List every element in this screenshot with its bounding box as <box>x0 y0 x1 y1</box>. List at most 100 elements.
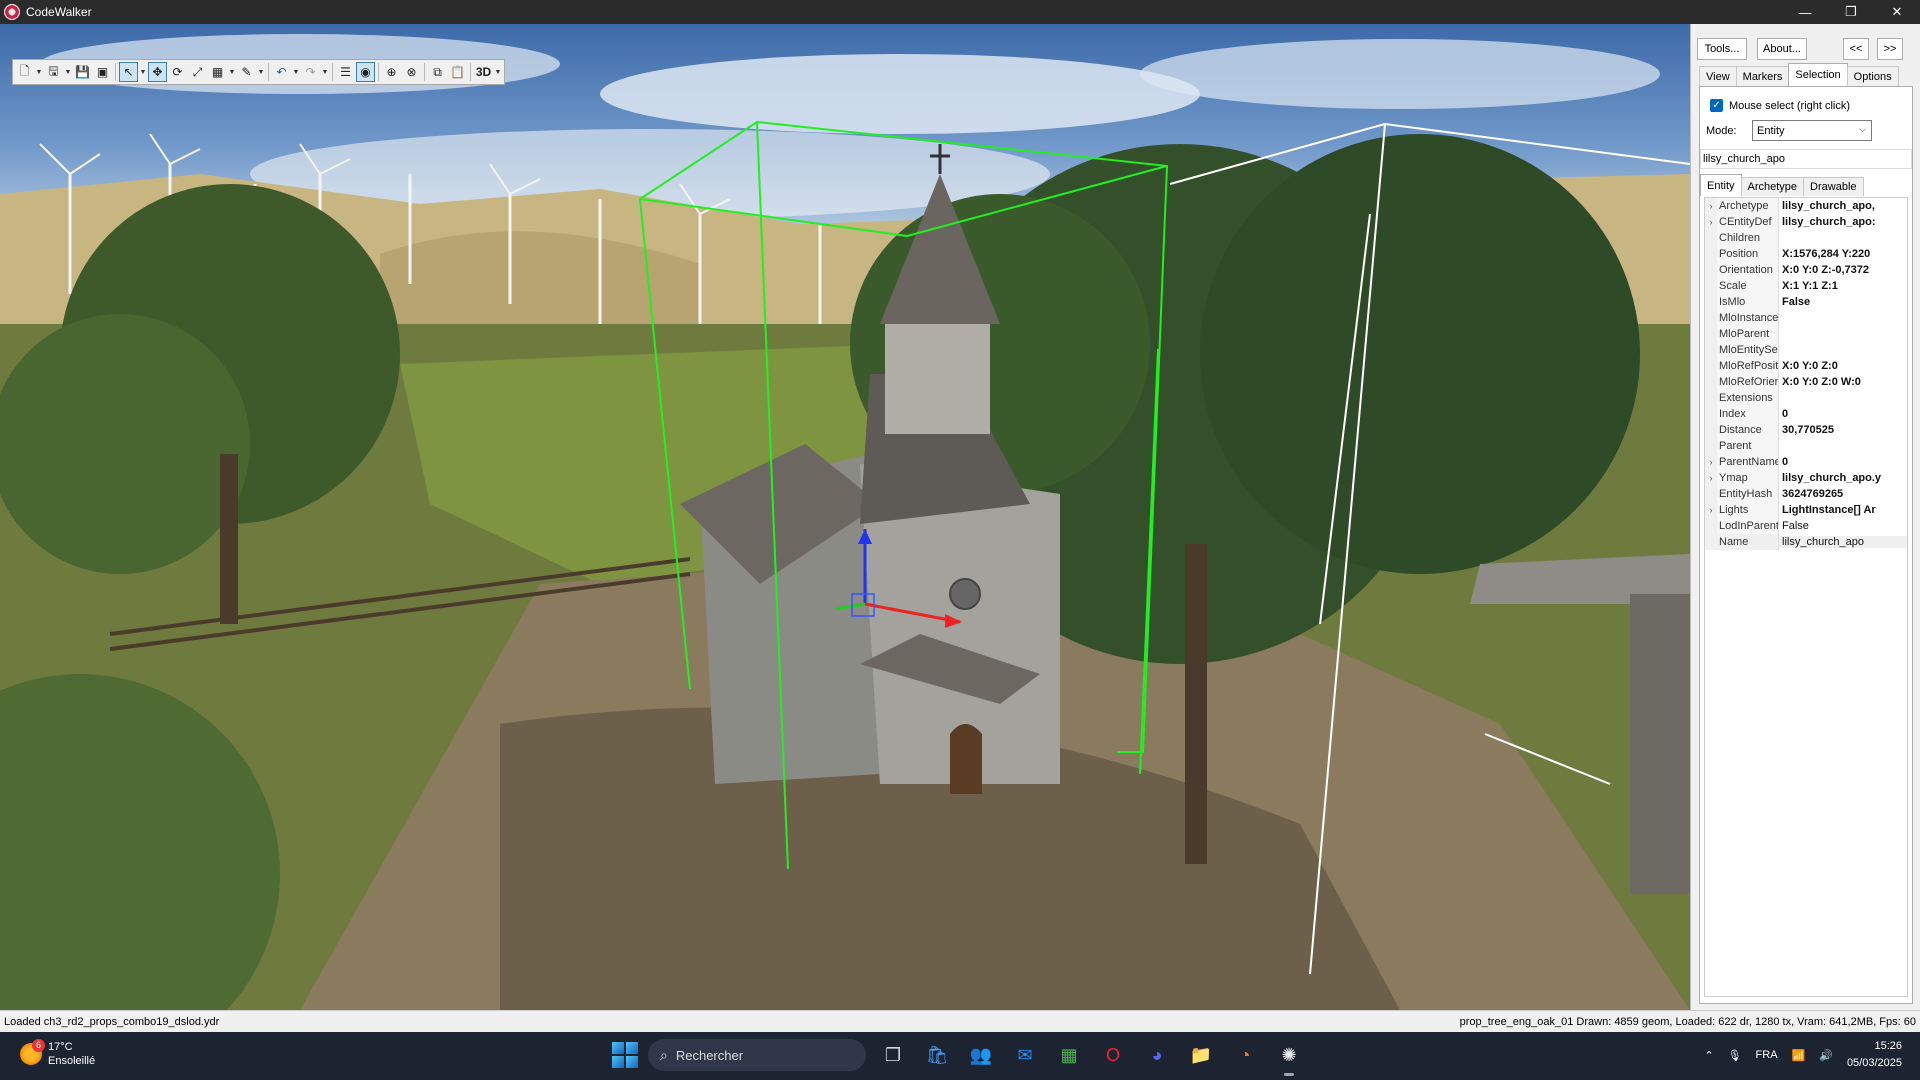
rotate-gizmo-icon[interactable]: ⟳ <box>168 62 187 82</box>
collapse-panel-button[interactable]: << <box>1843 38 1869 60</box>
property-row[interactable]: Orientation X:0 Y:0 Z:-0,7372 <box>1705 262 1907 278</box>
property-row[interactable]: EntityHash 3624769265 <box>1705 486 1907 502</box>
expand-arrow-icon[interactable]: › <box>1705 198 1717 214</box>
view-mode-dropdown-icon[interactable]: ▼ <box>494 69 502 76</box>
property-row[interactable]: Children <box>1705 230 1907 246</box>
property-row[interactable]: › Ymap lilsy_church_apo.y <box>1705 470 1907 486</box>
microphone-icon[interactable]: 🎙 <box>1728 1049 1742 1062</box>
property-value[interactable]: 0 <box>1779 456 1907 468</box>
undo-icon[interactable]: ↶ <box>272 62 291 82</box>
maximize-button[interactable]: ❐ <box>1828 0 1874 24</box>
property-row[interactable]: Name lilsy_church_apo <box>1705 534 1907 550</box>
chevron-up-icon[interactable]: ⌃ <box>1704 1049 1713 1062</box>
discord-icon[interactable]: ◕ <box>1140 1038 1174 1072</box>
3d-viewport[interactable]: 🗋 ▼ 🖫 ▼ 💾 ▣ ↖ ▼ ✥ ⟳ ⤢ ▦ ▼ ✎ ▼ ↶ ▼ ↷ ▼ ☰ … <box>0 24 1690 1010</box>
property-value[interactable]: 3624769265 <box>1779 488 1907 500</box>
property-value[interactable]: 30,770525 <box>1779 424 1907 436</box>
property-row[interactable]: Scale X:1 Y:1 Z:1 <box>1705 278 1907 294</box>
about-button[interactable]: About... <box>1757 38 1807 60</box>
property-row[interactable]: MloEntitySet <box>1705 342 1907 358</box>
open-file-icon[interactable]: 🖫 <box>44 62 63 82</box>
property-value[interactable]: lilsy_church_apo, <box>1779 200 1907 212</box>
property-value[interactable]: lilsy_church_apo: <box>1779 216 1907 228</box>
pointer-select-icon[interactable]: ↖ <box>119 62 138 82</box>
expand-arrow-icon[interactable]: › <box>1705 502 1717 518</box>
property-row[interactable]: › Archetype lilsy_church_apo, <box>1705 198 1907 214</box>
minecraft-icon[interactable]: ▦ <box>1052 1038 1086 1072</box>
volume-icon[interactable]: 🔊 <box>1819 1049 1833 1062</box>
tab-view[interactable]: View <box>1699 66 1737 86</box>
property-row[interactable]: MloRefPositicX:0 Y:0 Z:0 <box>1705 358 1907 374</box>
mode-select[interactable]: Entity ⌵ <box>1752 120 1872 141</box>
redo-icon[interactable]: ↷ <box>301 62 320 82</box>
property-row[interactable]: › ParentName 0 <box>1705 454 1907 470</box>
redo-dropdown-icon[interactable]: ▼ <box>321 69 329 76</box>
property-row[interactable]: MloRefOrient:X:0 Y:0 Z:0 W:0 <box>1705 374 1907 390</box>
mouse-select-checkbox[interactable]: ✓ Mouse select (right click) <box>1710 99 1850 112</box>
property-row[interactable]: LodInParentYFalse <box>1705 518 1907 534</box>
copy-icon[interactable]: ⧉ <box>428 62 447 82</box>
property-row[interactable]: Position X:1576,284 Y:220 <box>1705 246 1907 262</box>
property-value[interactable]: X:0 Y:0 Z:0 <box>1779 360 1907 372</box>
property-row[interactable]: IsMlo False <box>1705 294 1907 310</box>
snap-grid-icon[interactable]: ▦ <box>208 62 227 82</box>
codewalker-taskbar-icon[interactable]: ✺ <box>1272 1038 1306 1076</box>
weather-widget[interactable]: 6 17°C Ensoleillé <box>20 1039 95 1068</box>
expand-arrow-icon[interactable]: › <box>1705 470 1717 486</box>
property-value[interactable]: X:0 Y:0 Z:0 W:0 <box>1779 376 1907 388</box>
selection-name-field[interactable]: lilsy_church_apo <box>1700 149 1912 169</box>
tools-button[interactable]: Tools... <box>1697 38 1747 60</box>
scale-gizmo-icon[interactable]: ⤢ <box>188 62 207 82</box>
view-mode-button[interactable]: 3D <box>474 62 493 82</box>
save-icon[interactable]: 💾 <box>73 62 92 82</box>
save-all-icon[interactable]: ▣ <box>93 62 112 82</box>
close-button[interactable]: ✕ <box>1874 0 1920 24</box>
snap-dropdown-icon[interactable]: ▼ <box>228 69 236 76</box>
new-dropdown-icon[interactable]: ▼ <box>35 69 43 76</box>
select-dropdown-icon[interactable]: ▼ <box>139 69 147 76</box>
teams-icon[interactable]: 👥 <box>964 1038 998 1072</box>
open-dropdown-icon[interactable]: ▼ <box>64 69 72 76</box>
expand-arrow-icon[interactable]: › <box>1705 214 1717 230</box>
new-file-icon[interactable]: 🗋 <box>15 62 34 82</box>
taskbar-search[interactable]: ⌕ Rechercher <box>648 1039 866 1071</box>
minimize-button[interactable]: — <box>1782 0 1828 24</box>
opera-icon[interactable]: O <box>1096 1038 1130 1072</box>
property-value[interactable]: X:1 Y:1 Z:1 <box>1779 280 1907 292</box>
file-explorer-icon[interactable]: 📁 <box>1184 1038 1218 1072</box>
language-indicator[interactable]: FRA <box>1756 1049 1778 1061</box>
property-value[interactable]: lilsy_church_apo.y <box>1779 472 1907 484</box>
subtab-archetype[interactable]: Archetype <box>1740 177 1805 196</box>
property-row[interactable]: Index 0 <box>1705 406 1907 422</box>
brush-tool-icon[interactable]: ✎ <box>237 62 256 82</box>
property-value[interactable]: False <box>1779 520 1907 532</box>
store-icon[interactable]: 🛍 <box>920 1038 954 1072</box>
property-row[interactable]: Extensions <box>1705 390 1907 406</box>
clock[interactable]: 15:26 05/03/2025 <box>1847 1038 1902 1072</box>
subtab-entity[interactable]: Entity <box>1700 174 1742 196</box>
info-window-icon[interactable]: ☰ <box>336 62 355 82</box>
blender-icon[interactable]: ◔ <box>1228 1038 1262 1072</box>
add-entity-icon[interactable]: ⊕ <box>382 62 401 82</box>
tab-selection[interactable]: Selection <box>1788 63 1848 86</box>
expand-arrow-icon[interactable]: › <box>1705 454 1717 470</box>
outlook-icon[interactable]: ✉ <box>1008 1038 1042 1072</box>
task-view-icon[interactable]: ❐ <box>876 1038 910 1072</box>
property-value[interactable]: X:1576,284 Y:220 <box>1779 248 1907 260</box>
expand-panel-button[interactable]: >> <box>1877 38 1903 60</box>
tab-markers[interactable]: Markers <box>1735 66 1790 86</box>
property-value[interactable]: lilsy_church_apo <box>1779 536 1907 548</box>
subtab-drawable[interactable]: Drawable <box>1803 177 1864 196</box>
property-row[interactable]: Parent <box>1705 438 1907 454</box>
delete-entity-icon[interactable]: ⊗ <box>402 62 421 82</box>
brush-dropdown-icon[interactable]: ▼ <box>257 69 265 76</box>
start-button[interactable] <box>612 1042 638 1068</box>
world-view-icon[interactable]: ◉ <box>356 62 375 82</box>
property-value[interactable]: LightInstance[] Ar <box>1779 504 1907 516</box>
property-row[interactable]: MloParent <box>1705 326 1907 342</box>
property-value[interactable]: 0 <box>1779 408 1907 420</box>
paste-icon[interactable]: 📋 <box>448 62 467 82</box>
undo-dropdown-icon[interactable]: ▼ <box>292 69 300 76</box>
property-row[interactable]: Distance 30,770525 <box>1705 422 1907 438</box>
property-grid[interactable]: › Archetype lilsy_church_apo, › CEntityDef li… <box>1704 197 1908 997</box>
